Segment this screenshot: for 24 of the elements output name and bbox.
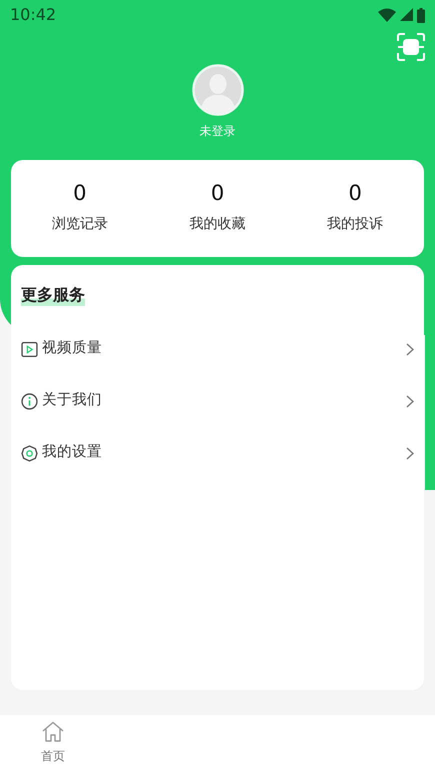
video-icon — [21, 340, 38, 358]
home-icon — [41, 721, 65, 743]
section-title: 更多服务 — [21, 284, 85, 306]
scan-icon[interactable] — [397, 33, 425, 61]
chevron-right-icon — [406, 446, 414, 460]
battery-icon — [417, 8, 425, 22]
stat-label[interactable]: 我的收藏 — [190, 214, 246, 234]
avatar-icon[interactable] — [192, 64, 244, 116]
service-item[interactable]: 视频质量 — [21, 323, 414, 375]
stat-value: 0 — [210, 182, 224, 204]
stat-label[interactable]: 浏览记录 — [52, 214, 108, 234]
stat-label[interactable]: 我的投诉 — [327, 214, 384, 234]
chevron-right-icon — [406, 342, 414, 356]
chevron-right-icon — [406, 394, 414, 408]
wifi-icon — [378, 8, 396, 22]
status-time: 10:42 — [10, 4, 56, 26]
signal-icon — [400, 8, 413, 20]
service-item[interactable]: 关于我们 — [21, 375, 414, 427]
gear-icon — [21, 444, 38, 462]
stat-value: 0 — [73, 182, 87, 204]
info-icon — [21, 392, 38, 410]
stat-value: 0 — [348, 182, 362, 204]
home-tab[interactable]: 首页 — [0, 715, 106, 773]
service-item[interactable]: 我的设置 — [21, 427, 414, 479]
